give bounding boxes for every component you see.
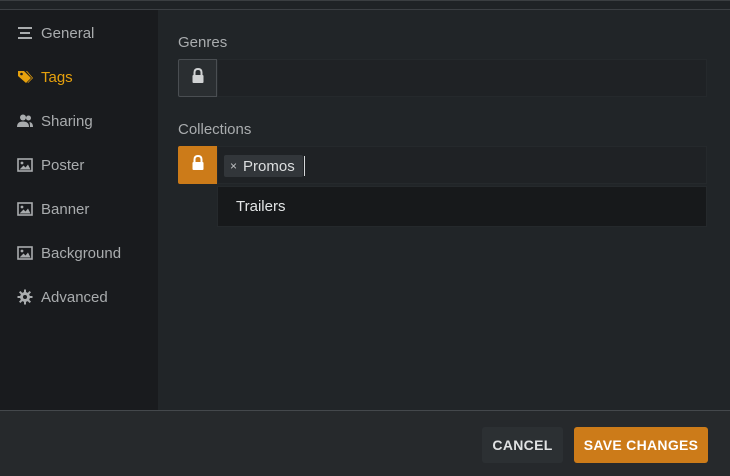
sidebar-item-tags[interactable]: Tags: [0, 55, 158, 99]
collection-tag-chip: × Promos: [224, 155, 303, 177]
collections-input[interactable]: × Promos: [217, 146, 707, 184]
suggestion-item[interactable]: Trailers: [218, 187, 706, 226]
sidebar-item-label: Banner: [41, 200, 90, 218]
save-changes-button[interactable]: SAVE CHANGES: [574, 427, 708, 463]
genres-lock-button[interactable]: [178, 59, 217, 97]
sidebar-item-label: Poster: [41, 156, 85, 174]
genres-label: Genres: [178, 34, 228, 51]
sidebar-item-general[interactable]: General: [0, 11, 158, 55]
lock-icon: [191, 154, 205, 176]
users-icon: [16, 112, 34, 130]
gear-icon: [16, 288, 34, 306]
text-caret: [304, 156, 305, 176]
sidebar-item-label: Advanced: [41, 288, 108, 306]
sidebar-item-advanced[interactable]: Advanced: [0, 275, 158, 319]
sidebar-item-sharing[interactable]: Sharing: [0, 99, 158, 143]
sidebar-item-label: General: [41, 24, 95, 42]
cancel-button[interactable]: CANCEL: [482, 427, 563, 463]
collection-tag-label: Promos: [243, 157, 295, 175]
tags-panel: Genres Collections × Promos Trailers: [158, 10, 730, 410]
image-icon: [16, 244, 34, 262]
tag-icon: [16, 68, 34, 86]
sidebar-item-label: Tags: [41, 68, 73, 86]
general-lines-icon: [16, 24, 34, 42]
sidebar-item-label: Sharing: [41, 112, 93, 130]
sidebar-item-poster[interactable]: Poster: [0, 143, 158, 187]
lock-icon: [191, 67, 205, 89]
sidebar-item-label: Background: [41, 244, 122, 262]
collections-lock-button[interactable]: [178, 146, 217, 184]
remove-tag-icon[interactable]: ×: [230, 159, 237, 173]
genres-input[interactable]: [217, 59, 707, 97]
image-icon: [16, 156, 34, 174]
edit-metadata-dialog: General Tags Sharing Poster Banner Backg…: [0, 0, 730, 476]
sidebar-item-background[interactable]: Background: [0, 231, 158, 275]
sidebar: General Tags Sharing Poster Banner Backg…: [0, 10, 158, 410]
collections-suggestions-dropdown: Trailers: [217, 186, 707, 227]
collections-label: Collections: [178, 121, 252, 138]
sidebar-item-banner[interactable]: Banner: [0, 187, 158, 231]
dialog-footer: CANCEL SAVE CHANGES: [0, 410, 730, 476]
image-icon: [16, 200, 34, 218]
